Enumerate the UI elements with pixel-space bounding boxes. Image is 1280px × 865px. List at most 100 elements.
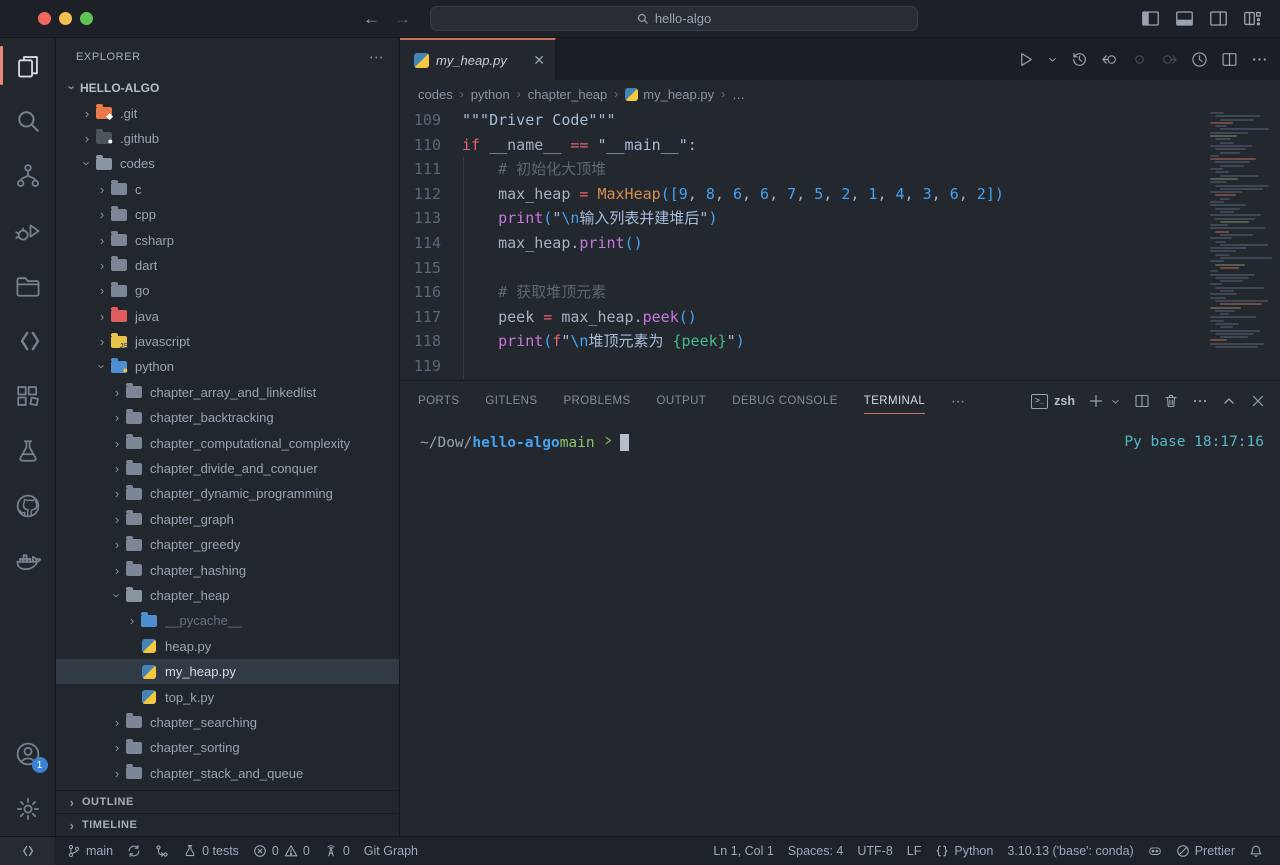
tree-item-chapter_searching[interactable]: ›chapter_searching	[56, 710, 399, 735]
zoom-window-button[interactable]	[80, 12, 93, 25]
code-line-111[interactable]: 111 # 初始化大顶堆	[400, 157, 1280, 182]
status-prettier-status[interactable]: Prettier	[1169, 837, 1242, 865]
tree-item-chapter_backtracking[interactable]: ›chapter_backtracking	[56, 405, 399, 430]
change-marker-icon[interactable]	[1131, 51, 1148, 68]
panel-right-toggle-icon[interactable]	[1209, 9, 1228, 28]
tab-my-heap-py[interactable]: my_heap.py ✕	[400, 38, 556, 80]
panel-tabs-overflow-icon[interactable]: ⋯	[951, 393, 966, 410]
tree-item-csharp[interactable]: ›csharp	[56, 227, 399, 252]
tree-item-chapter_hashing[interactable]: ›chapter_hashing	[56, 557, 399, 582]
chevron-down-icon[interactable]: ›	[80, 156, 95, 172]
chevron-right-icon[interactable]: ›	[94, 258, 110, 273]
breadcrumb-[interactable]: …	[732, 87, 745, 102]
status-encoding[interactable]: UTF-8	[850, 837, 899, 865]
tree-item-chapter_graph[interactable]: ›chapter_graph	[56, 507, 399, 532]
status-sync-changes[interactable]	[120, 837, 148, 865]
status-test-status[interactable]: 0 tests	[176, 837, 246, 865]
status-git-branch[interactable]: main	[60, 837, 120, 865]
tree-item-git[interactable]: ›◆.git	[56, 100, 399, 125]
activity-file-explorer[interactable]	[0, 258, 56, 313]
tree-item-top_kpy[interactable]: top_k.py	[56, 684, 399, 709]
status-notifications[interactable]	[1242, 837, 1270, 865]
more-actions-icon[interactable]	[1251, 51, 1268, 68]
activity-settings[interactable]	[0, 781, 56, 836]
chevron-right-icon[interactable]: ›	[109, 436, 125, 451]
layout-grid-toggle-icon[interactable]	[1243, 9, 1262, 28]
activity-remote-explorer[interactable]	[0, 313, 56, 368]
status-copilot-status[interactable]	[1141, 837, 1169, 865]
file-history-icon[interactable]	[1071, 51, 1088, 68]
gitlens-annotate-icon[interactable]	[1191, 51, 1208, 68]
next-change-icon[interactable]	[1161, 51, 1178, 68]
previous-change-icon[interactable]	[1101, 51, 1118, 68]
tree-item-heappy[interactable]: heap.py	[56, 634, 399, 659]
chevron-down-icon[interactable]: ›	[95, 359, 110, 375]
maximize-panel-icon[interactable]	[1221, 393, 1237, 409]
chevron-right-icon[interactable]: ›	[79, 131, 95, 146]
breadcrumb-python[interactable]: python	[471, 87, 510, 102]
split-terminal-icon[interactable]	[1134, 393, 1150, 409]
terminal-shell-selector[interactable]: >_zsh	[1031, 394, 1075, 409]
tree-item-java[interactable]: ›java	[56, 304, 399, 329]
minimap[interactable]	[1210, 112, 1274, 349]
code-line-117[interactable]: 117 peek = max_heap.peek()	[400, 305, 1280, 330]
tree-item-my_heappy[interactable]: my_heap.py	[56, 659, 399, 684]
code-line-116[interactable]: 116 # 获取堆顶元素	[400, 280, 1280, 305]
chevron-right-icon[interactable]: ›	[94, 182, 110, 197]
chevron-right-icon[interactable]: ›	[109, 563, 125, 578]
code-line-110[interactable]: 110if __name__ == "__main__":	[400, 133, 1280, 158]
tree-item-chapter_dynamic_programming[interactable]: ›chapter_dynamic_programming	[56, 481, 399, 506]
chevron-right-icon[interactable]: ›	[109, 766, 125, 781]
panel-bottom-toggle-icon[interactable]	[1175, 9, 1194, 28]
panel-tab-debug-console[interactable]: DEBUG CONSOLE	[732, 381, 838, 421]
code-line-113[interactable]: 113 print("\n输入列表并建堆后")	[400, 206, 1280, 231]
tree-item-hello-algo[interactable]: ›HELLO-ALGO	[56, 75, 399, 100]
minimize-window-button[interactable]	[59, 12, 72, 25]
panel-tab-terminal[interactable]: TERMINAL	[864, 381, 925, 421]
activity-docker[interactable]	[0, 533, 56, 588]
chevron-down-icon[interactable]: ›	[110, 588, 125, 604]
terminal[interactable]: ~/Dow/hello-algo main Py base 18:17:16	[400, 421, 1280, 836]
tree-item-chapter_sorting[interactable]: ›chapter_sorting	[56, 735, 399, 760]
tab-close-icon[interactable]: ✕	[533, 52, 545, 69]
panel-tab-gitlens[interactable]: GITLENS	[485, 381, 537, 421]
tree-item-javascript[interactable]: ›JSjavascript	[56, 329, 399, 354]
tree-item-github[interactable]: ›●.github	[56, 126, 399, 151]
chevron-right-icon[interactable]: ›	[94, 283, 110, 298]
code-line-112[interactable]: 112 max_heap = MaxHeap([9, 8, 6, 6, 7, 5…	[400, 182, 1280, 207]
status-git-graph[interactable]: Git Graph	[357, 837, 425, 865]
status-cursor-position[interactable]: Ln 1, Col 1	[706, 837, 780, 865]
chevron-right-icon[interactable]: ›	[109, 410, 125, 425]
activity-extensions[interactable]	[0, 368, 56, 423]
status-ports-status[interactable]: 0	[317, 837, 357, 865]
chevron-right-icon[interactable]: ›	[109, 740, 125, 755]
terminal-profile-dropdown-icon[interactable]	[1110, 396, 1121, 407]
tree-item-codes[interactable]: ›codes	[56, 151, 399, 176]
activity-source-control[interactable]	[0, 148, 56, 203]
tree-item-chapter_computational_complexity[interactable]: ›chapter_computational_complexity	[56, 430, 399, 455]
chevron-right-icon[interactable]: ›	[124, 613, 140, 628]
sidebar-section-outline[interactable]: ›OUTLINE	[56, 790, 399, 813]
activity-github[interactable]	[0, 478, 56, 533]
status-gitlens-compare[interactable]	[148, 837, 176, 865]
tree-item-cpp[interactable]: ›cpp	[56, 202, 399, 227]
status-python-interpreter[interactable]: 3.10.13 ('base': conda)	[1000, 837, 1140, 865]
activity-explorer[interactable]	[0, 38, 56, 93]
activity-testing[interactable]	[0, 423, 56, 478]
kill-terminal-icon[interactable]	[1163, 393, 1179, 409]
chevron-right-icon[interactable]: ›	[109, 385, 125, 400]
tree-item-chapter_stack_and_queue[interactable]: ›chapter_stack_and_queue	[56, 761, 399, 786]
panel-tab-output[interactable]: OUTPUT	[657, 381, 707, 421]
code-editor[interactable]: 109"""Driver Code"""110if __name__ == "_…	[400, 108, 1280, 380]
breadcrumb-chapter_heap[interactable]: chapter_heap	[528, 87, 608, 102]
tree-item-chapter_divide_and_conquer[interactable]: ›chapter_divide_and_conquer	[56, 456, 399, 481]
chevron-right-icon[interactable]: ›	[94, 207, 110, 222]
status-language-mode[interactable]: Python	[928, 837, 1000, 865]
tree-item-c[interactable]: ›c	[56, 177, 399, 202]
chevron-right-icon[interactable]: ›	[94, 233, 110, 248]
status-indentation[interactable]: Spaces: 4	[781, 837, 851, 865]
new-terminal-icon[interactable]	[1088, 393, 1104, 409]
tree-item-go[interactable]: ›go	[56, 278, 399, 303]
explorer-actions-icon[interactable]: ⋯	[369, 48, 385, 66]
split-editor-icon[interactable]	[1221, 51, 1238, 68]
